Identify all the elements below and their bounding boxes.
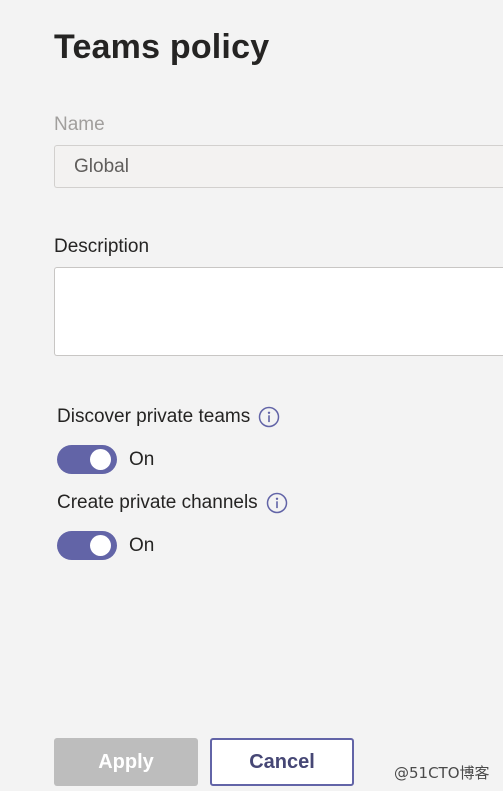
toggle-knob xyxy=(90,535,111,556)
description-label: Description xyxy=(54,236,150,257)
create-private-channels-toggle[interactable] xyxy=(57,531,117,560)
teams-policy-panel: Teams policy Name Global Description Dis… xyxy=(0,0,503,791)
name-field: Global xyxy=(54,145,503,188)
page-title: Teams policy xyxy=(54,28,270,66)
description-field[interactable] xyxy=(54,267,503,356)
name-label: Name xyxy=(54,114,105,135)
info-icon[interactable] xyxy=(258,406,280,428)
apply-button[interactable]: Apply xyxy=(54,738,198,786)
create-private-channels-label: Create private channels xyxy=(57,492,258,513)
watermark: @51CTO博客 xyxy=(394,764,490,782)
discover-private-teams-setting: Discover private teams xyxy=(57,406,280,428)
discover-private-teams-toggle[interactable] xyxy=(57,445,117,474)
discover-private-teams-label: Discover private teams xyxy=(57,406,251,427)
toggle-knob xyxy=(90,449,111,470)
info-icon[interactable] xyxy=(266,492,288,514)
create-private-channels-state: On xyxy=(129,535,155,556)
create-private-channels-setting: Create private channels xyxy=(57,492,288,514)
cancel-button[interactable]: Cancel xyxy=(210,738,354,786)
discover-private-teams-state: On xyxy=(129,449,155,470)
